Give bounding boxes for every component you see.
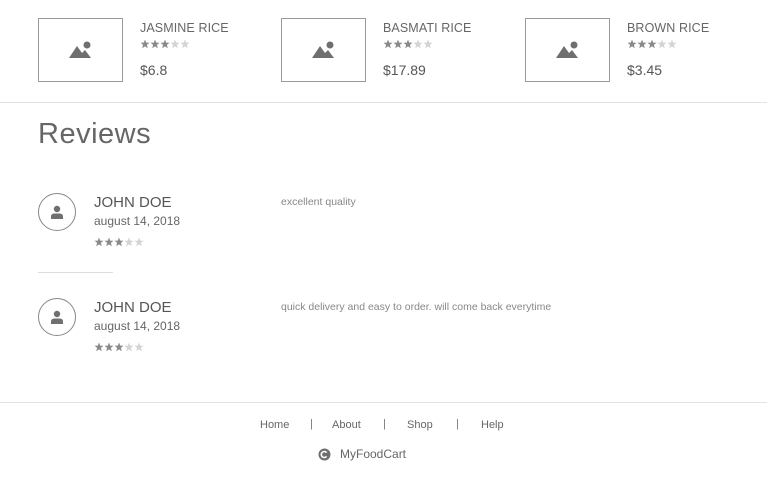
star-icon [627, 39, 637, 49]
star-icon [94, 342, 104, 352]
page: JASMINE RICE $6.8 BASMATI RICE $17.89 BR… [0, 0, 767, 477]
product-rating [627, 39, 677, 50]
review-item: JOHN DOE august 14, 2018 quick delivery … [38, 298, 738, 368]
star-icon [124, 342, 134, 352]
product-name[interactable]: BASMATI RICE [383, 21, 471, 35]
footer-link-help[interactable]: Help [481, 419, 504, 431]
star-icon [170, 39, 180, 49]
product-thumbnail[interactable] [38, 18, 123, 82]
star-icon [667, 39, 677, 49]
footer-link-about[interactable]: About [332, 419, 361, 431]
review-rating [94, 342, 144, 353]
footer-separator: | [310, 418, 313, 430]
product-rating [140, 39, 190, 50]
star-icon [657, 39, 667, 49]
star-icon [104, 237, 114, 247]
star-icon [423, 39, 433, 49]
copyright-icon [318, 448, 331, 460]
review-divider [38, 272, 113, 273]
footer-separator: | [456, 418, 459, 430]
star-icon [134, 342, 144, 352]
review-date: august 14, 2018 [94, 319, 181, 333]
star-icon [140, 39, 150, 49]
reviews-heading: Reviews [38, 118, 152, 150]
review-rating [94, 237, 144, 248]
user-icon [51, 205, 63, 219]
star-icon [383, 39, 393, 49]
image-icon [68, 41, 91, 58]
product-rating [383, 39, 433, 50]
star-icon [180, 39, 190, 49]
star-icon [124, 237, 134, 247]
review-comment: excellent quality [281, 196, 356, 208]
review-item: JOHN DOE august 14, 2018 excellent quali… [38, 193, 738, 263]
avatar [38, 193, 76, 231]
star-icon [114, 342, 124, 352]
star-icon [114, 237, 124, 247]
image-icon [311, 41, 334, 58]
star-icon [637, 39, 647, 49]
star-icon [393, 39, 403, 49]
reviewer-name: JOHN DOE [94, 194, 172, 211]
related-products: JASMINE RICE $6.8 BASMATI RICE $17.89 BR… [0, 0, 767, 103]
review-comment: quick delivery and easy to order. will c… [281, 301, 552, 313]
product-price: $6.8 [140, 62, 168, 78]
star-icon [150, 39, 160, 49]
brand-name: MyFoodCart [340, 447, 407, 461]
star-icon [647, 39, 657, 49]
footer: Home | About | Shop | Help MyFoodCart [0, 402, 767, 477]
product-price: $3.45 [627, 62, 663, 78]
footer-nav: Home | About | Shop | Help [0, 418, 767, 435]
product-name[interactable]: JASMINE RICE [140, 21, 229, 35]
review-date: august 14, 2018 [94, 214, 181, 228]
product-name[interactable]: BROWN RICE [627, 21, 709, 35]
star-icon [160, 39, 170, 49]
footer-link-shop[interactable]: Shop [407, 419, 433, 431]
star-icon [413, 39, 423, 49]
star-icon [134, 237, 144, 247]
star-icon [104, 342, 114, 352]
product-price: $17.89 [383, 62, 426, 78]
star-icon [94, 237, 104, 247]
star-icon [403, 39, 413, 49]
product-thumbnail[interactable] [281, 18, 366, 82]
footer-separator: | [383, 418, 386, 430]
product-thumbnail[interactable] [525, 18, 610, 82]
user-icon [51, 310, 63, 324]
avatar [38, 298, 76, 336]
footer-link-home[interactable]: Home [260, 419, 289, 431]
copyright: MyFoodCart [318, 447, 406, 461]
image-icon [555, 41, 578, 58]
reviewer-name: JOHN DOE [94, 299, 172, 316]
